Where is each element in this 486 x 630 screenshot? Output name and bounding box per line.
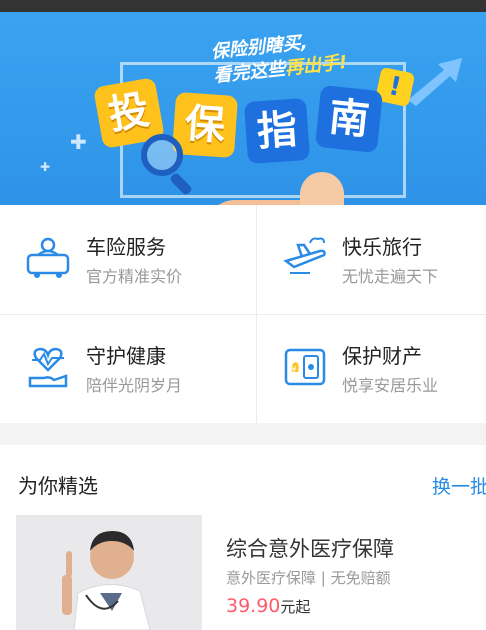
service-title: 车险服务 — [86, 235, 166, 259]
price-unit: 元起 — [280, 598, 311, 616]
heart-hand-icon — [28, 347, 68, 388]
service-subtitle: 官方精准实价 — [86, 267, 183, 286]
service-car[interactable]: 车险服务 官方精准实价 — [0, 205, 243, 314]
guide-banner[interactable]: 保险别瞎买, 看完这些再出手! ! 投 保 指 南 ✚ ✚ — [0, 12, 486, 205]
service-property[interactable]: ¥ 保护财产 悦享安居乐业 — [256, 314, 486, 423]
product-description: 意外医疗保障 | 无免赔额 — [226, 569, 391, 587]
service-subtitle: 陪伴光阴岁月 — [86, 376, 183, 395]
safe-icon: ¥ — [284, 348, 326, 386]
product-name: 综合意外医疗保障 — [226, 537, 394, 561]
service-grid: 车险服务 官方精准实价 快乐旅行 无忧走遍天下 守护健康 陪伴光阴岁月 ¥ 保护… — [0, 205, 486, 423]
price-value: 39.90 — [226, 595, 281, 617]
service-title: 保护财产 — [342, 344, 422, 368]
sparkle-icon: ✚ — [70, 130, 87, 154]
service-health[interactable]: 守护健康 陪伴光阴岁月 — [0, 314, 243, 423]
service-subtitle: 悦享安居乐业 — [342, 376, 439, 395]
magnifier-icon — [141, 134, 183, 176]
section-title: 为你精选 — [18, 474, 98, 498]
status-bar — [0, 0, 486, 12]
product-price: 39.90元起 — [226, 595, 310, 617]
plane-icon — [283, 237, 326, 274]
service-subtitle: 无忧走遍天下 — [342, 267, 439, 286]
product-card[interactable]: 综合意外医疗保障 意外医疗保障 | 无免赔额 39.90元起 — [16, 515, 486, 630]
tile-zhi: 指 — [243, 97, 311, 165]
refresh-picks-link[interactable]: 换一批 — [432, 472, 486, 499]
doctor-photo — [16, 515, 202, 630]
sparkle-icon-small: ✚ — [40, 160, 51, 174]
up-arrow-icon — [408, 58, 462, 106]
car-icon — [26, 237, 70, 278]
service-title: 快乐旅行 — [342, 235, 422, 259]
section-divider — [0, 423, 486, 445]
service-title: 守护健康 — [86, 344, 166, 368]
service-travel[interactable]: 快乐旅行 无忧走遍天下 — [256, 205, 486, 314]
svg-text:¥: ¥ — [291, 365, 297, 375]
tile-nan: 南 — [314, 84, 384, 154]
slogan-highlight: 再出手! — [284, 51, 349, 80]
